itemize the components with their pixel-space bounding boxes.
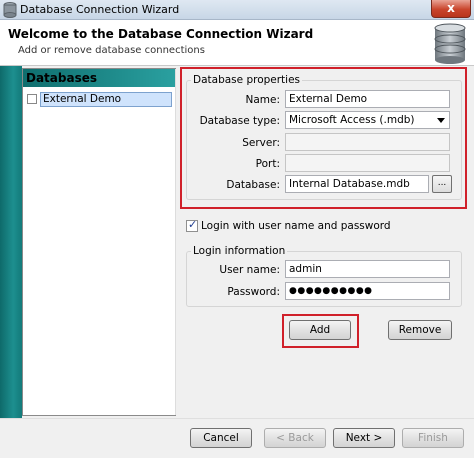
databases-panel-title: Databases	[23, 69, 175, 87]
back-button[interactable]: < Back	[264, 428, 326, 448]
browse-button[interactable]: ...	[432, 175, 452, 193]
close-button[interactable]: x	[431, 0, 471, 18]
server-field[interactable]	[285, 133, 450, 151]
page-title: Welcome to the Database Connection Wizar…	[8, 27, 314, 41]
decorative-side-strip	[0, 66, 22, 418]
database-item-checkbox[interactable]	[27, 94, 37, 104]
databases-panel: Databases External Demo	[22, 68, 176, 416]
finish-button[interactable]: Finish	[402, 428, 464, 448]
username-field[interactable]: admin	[285, 260, 450, 278]
panel-divider	[175, 69, 176, 415]
login-checkbox-label: Login with user name and password	[201, 220, 391, 232]
wizard-header: Welcome to the Database Connection Wizar…	[0, 20, 474, 66]
title-bar: Database Connection Wizard x	[0, 0, 474, 20]
port-label: Port:	[255, 158, 280, 170]
page-subtitle: Add or remove database connections	[18, 45, 205, 56]
database-app-icon	[3, 2, 17, 18]
close-icon: x	[447, 1, 455, 15]
database-list-item[interactable]: External Demo	[27, 92, 173, 107]
next-button[interactable]: Next >	[333, 428, 395, 448]
username-label: User name:	[219, 264, 280, 276]
database-item-label: External Demo	[40, 92, 172, 107]
login-information-legend: Login information	[191, 245, 288, 257]
port-field[interactable]	[285, 154, 450, 172]
window-title: Database Connection Wizard	[20, 3, 180, 16]
server-label: Server:	[242, 137, 280, 149]
database-file-field[interactable]: Internal Database.mdb	[285, 175, 429, 193]
database-stack-icon	[434, 23, 466, 64]
name-label: Name:	[245, 94, 280, 106]
password-field[interactable]: ●●●●●●●●●●	[285, 282, 450, 300]
remove-button[interactable]: Remove	[388, 320, 452, 340]
add-button[interactable]: Add	[289, 320, 351, 340]
checkmark-icon: ✓	[188, 218, 198, 231]
cancel-button[interactable]: Cancel	[190, 428, 252, 448]
chevron-down-icon	[437, 118, 445, 123]
database-type-value: Microsoft Access (.mdb)	[289, 114, 415, 126]
database-type-select[interactable]: Microsoft Access (.mdb)	[285, 111, 450, 129]
name-field[interactable]: External Demo	[285, 90, 450, 108]
database-type-label: Database type:	[199, 115, 280, 127]
database-label: Database:	[226, 179, 280, 191]
login-checkbox[interactable]: ✓	[186, 218, 198, 232]
password-label: Password:	[227, 286, 280, 298]
